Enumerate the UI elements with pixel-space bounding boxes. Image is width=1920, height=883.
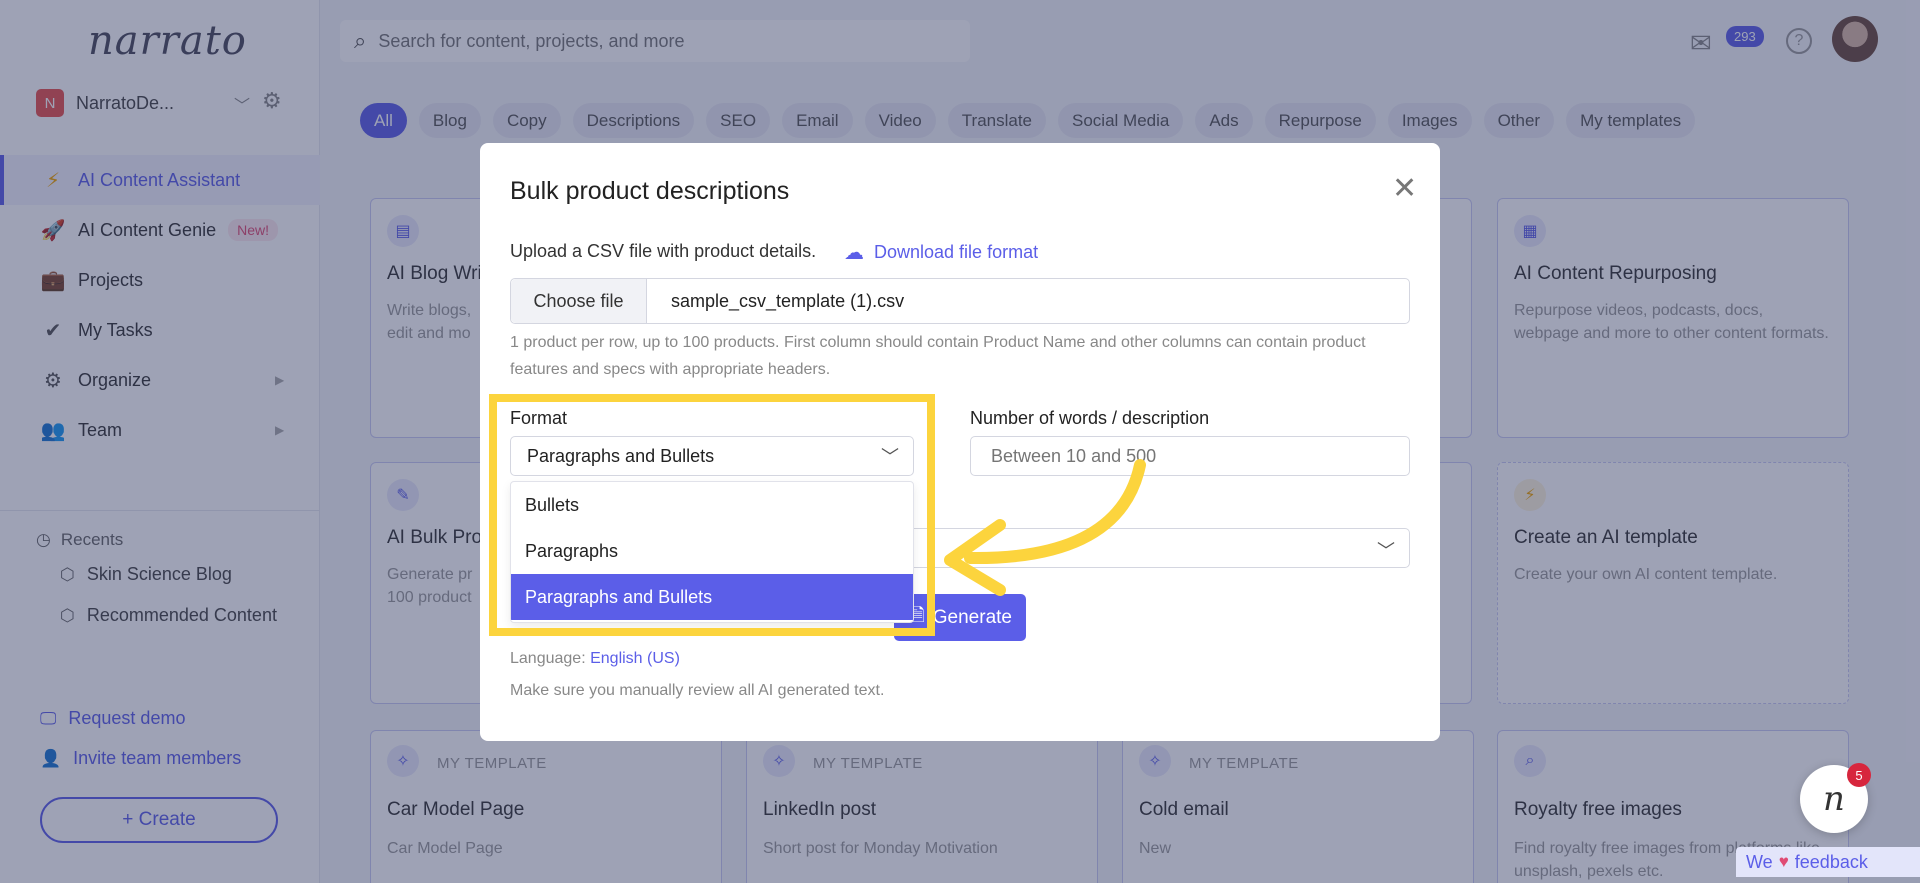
modal-title: Bulk product descriptions (510, 177, 790, 205)
download-file-format-link[interactable]: ☁ Download file format (844, 240, 1038, 265)
heart-icon: ♥ (1778, 852, 1789, 871)
annotation-arrow-icon (944, 459, 1146, 596)
file-name: sample_csv_template (1).csv (671, 290, 905, 311)
upload-label: Upload a CSV file with product details. (510, 241, 817, 261)
language-link[interactable]: English (US) (590, 650, 680, 667)
download-link-label: Download file format (874, 242, 1039, 262)
feedback-label: feedback (1794, 851, 1868, 872)
chat-count-badge: 5 (1847, 763, 1871, 787)
language-row: Language: English (US) (510, 650, 680, 668)
file-upload-field: Choose file sample_csv_template (1).csv (510, 278, 1410, 324)
review-note: Make sure you manually review all AI gen… (510, 682, 885, 699)
cloud-download-icon: ☁ (844, 242, 864, 264)
generate-label: Generate (932, 606, 1012, 628)
chevron-down-icon: ﹀ (1377, 541, 1395, 561)
close-icon[interactable]: ✕ (1392, 171, 1417, 206)
feedback-button[interactable]: We ♥ feedback (1736, 847, 1920, 877)
feedback-we: We (1746, 851, 1773, 872)
words-label: Number of words / description (970, 408, 1210, 428)
language-label: Language: (510, 650, 586, 667)
upload-help-text: 1 product per row, up to 100 products. F… (510, 334, 1366, 378)
highlight-box (489, 394, 935, 636)
choose-file-button[interactable]: Choose file (511, 279, 647, 323)
